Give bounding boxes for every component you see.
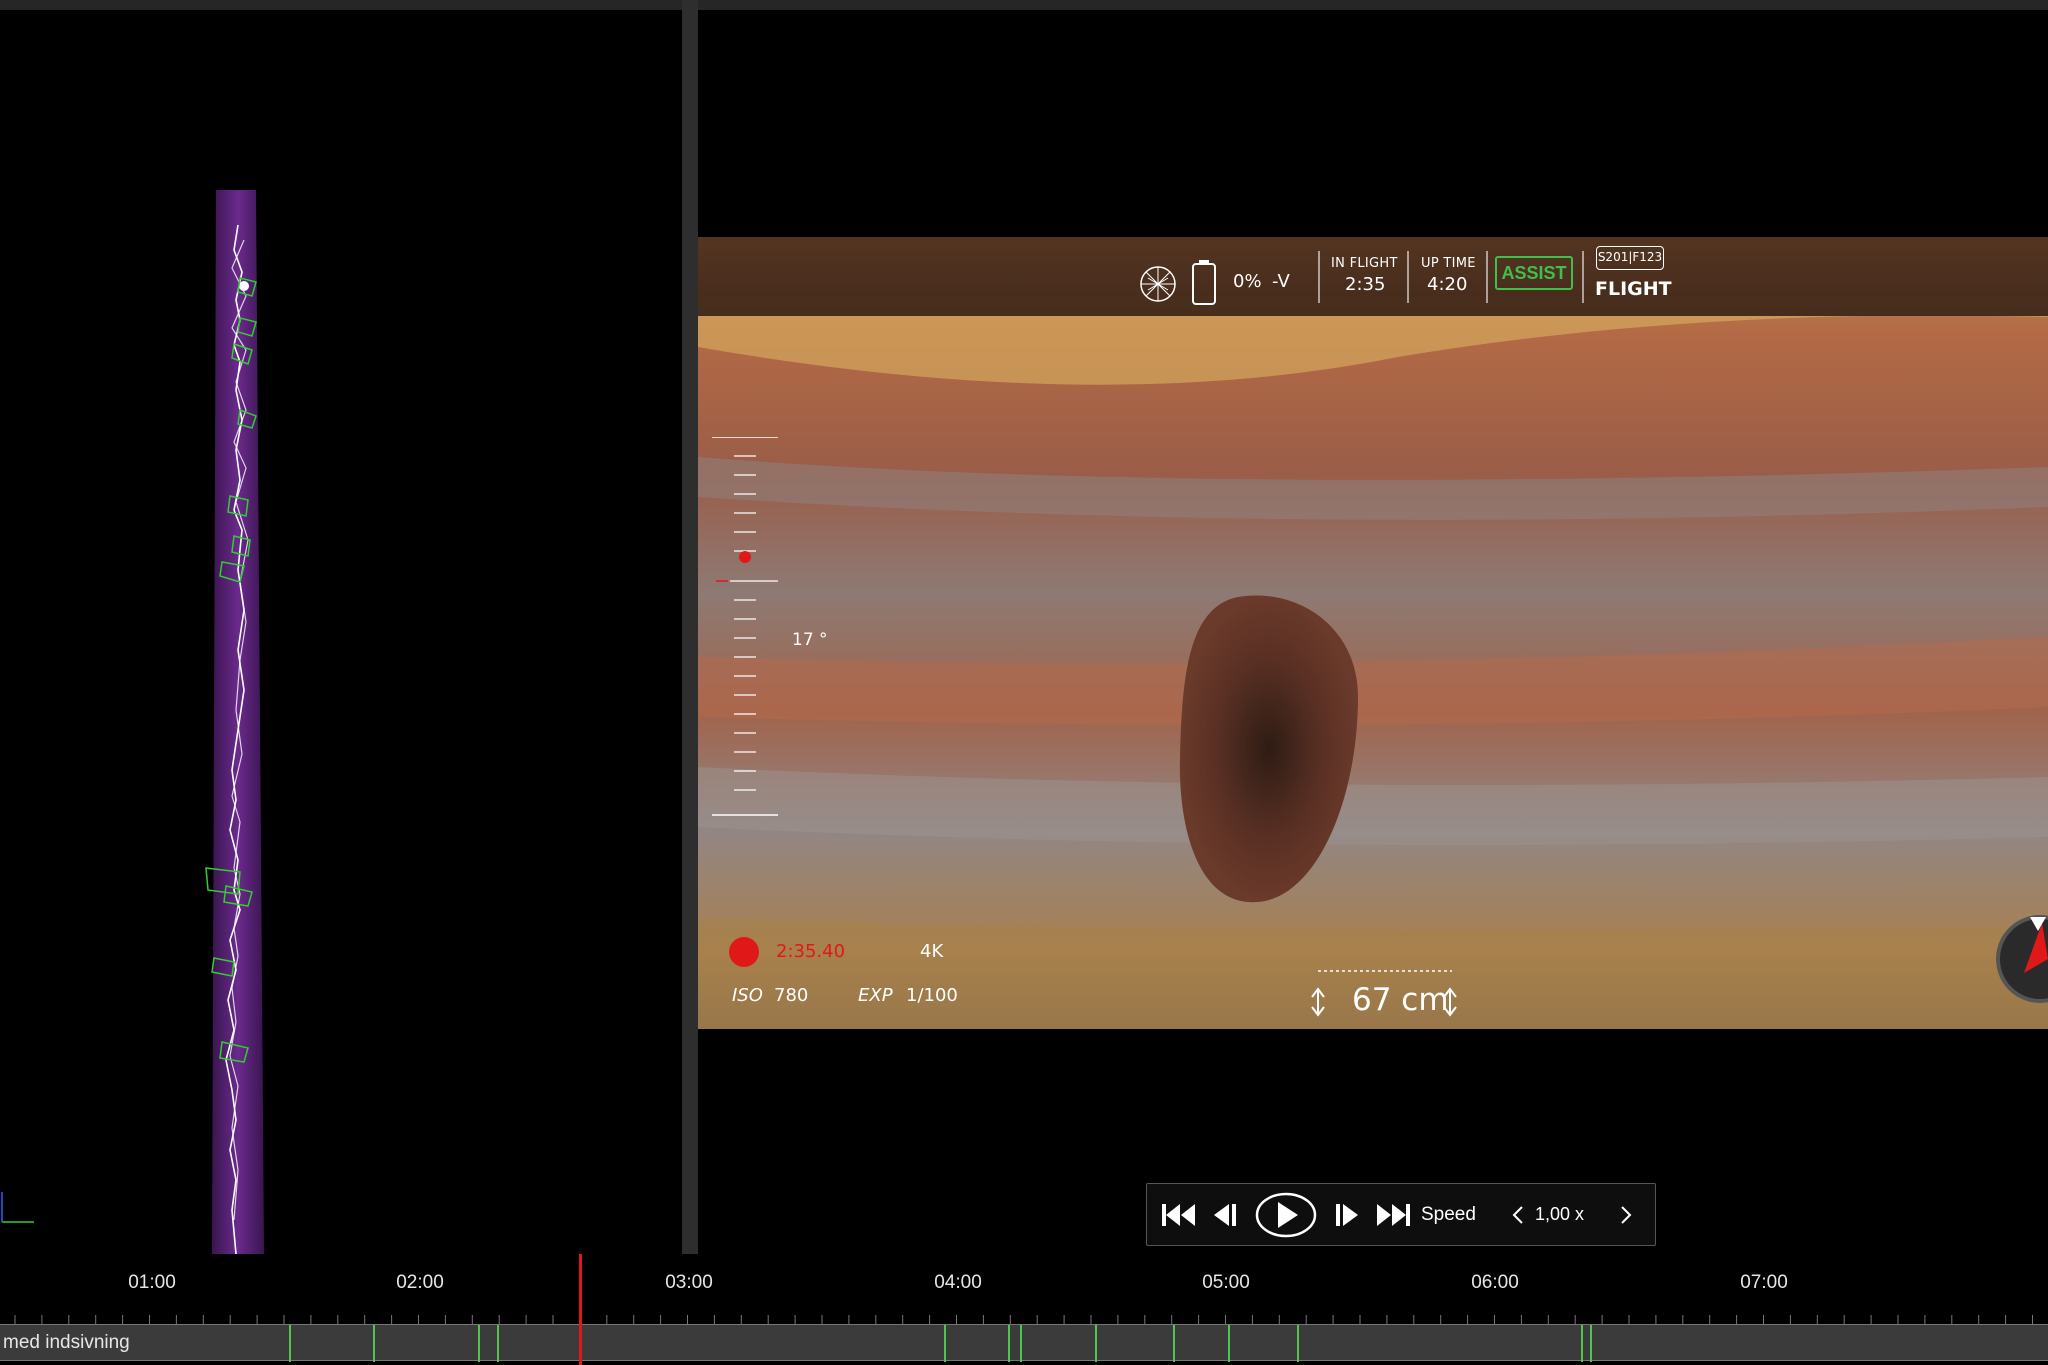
hud-separator xyxy=(1582,251,1584,303)
hud-separator xyxy=(1318,251,1320,303)
compass-icon xyxy=(1996,915,2048,1003)
skip-start-icon xyxy=(1162,1204,1195,1226)
battery-icon xyxy=(1192,260,1216,305)
speed-value: 1,00 x xyxy=(1535,1204,1585,1224)
step-forward-button[interactable] xyxy=(1333,1192,1361,1238)
exp-value: 1/100 xyxy=(906,985,958,1006)
pitch-indicator xyxy=(739,551,751,563)
hud-separator xyxy=(1486,251,1488,303)
camera-feed: 0% -V IN FLIGHT 2:35 UP TIME 4:20 ASSIST… xyxy=(698,237,2048,1029)
timeline-label: 05:00 xyxy=(1202,1272,1250,1293)
timeline-marker[interactable] xyxy=(1020,1325,1022,1362)
timeline-marker[interactable] xyxy=(1590,1325,1592,1362)
up-time-label: UP TIME xyxy=(1421,256,1476,271)
timeline-marker[interactable] xyxy=(1581,1325,1583,1362)
skip-to-end-button[interactable] xyxy=(1373,1192,1413,1238)
battery-percent: 0% xyxy=(1233,271,1262,292)
pane-divider[interactable] xyxy=(682,0,698,1254)
timeline-label: 03:00 xyxy=(665,1272,713,1293)
up-time-value: 4:20 xyxy=(1427,274,1468,295)
timeline-marker[interactable] xyxy=(944,1325,946,1362)
speed-increase-button[interactable] xyxy=(1613,1192,1639,1238)
step-back-icon xyxy=(1214,1204,1236,1226)
top-strip xyxy=(0,0,2048,10)
chevron-right-icon xyxy=(1621,1206,1632,1224)
timeline-label: 07:00 xyxy=(1740,1272,1788,1293)
timeline-marker[interactable] xyxy=(1008,1325,1010,1362)
skip-to-start-button[interactable] xyxy=(1159,1192,1199,1238)
record-time: 2:35.40 xyxy=(776,941,846,962)
assist-badge: ASSIST xyxy=(1495,256,1573,290)
point-cloud-icon xyxy=(1140,266,1176,302)
speed-decrease-button[interactable] xyxy=(1505,1192,1531,1238)
timeline-label: 06:00 xyxy=(1471,1272,1519,1293)
resolution: 4K xyxy=(920,941,944,962)
timeline-marker[interactable] xyxy=(373,1325,375,1362)
axis-gizmo xyxy=(1,1192,34,1223)
playback-controls: Speed 1,00 x xyxy=(1146,1183,1656,1246)
mission-id-badge: S201|F123 xyxy=(1596,246,1664,270)
timeline[interactable]: 01:00 02:00 03:00 04:00 05:00 06:00 07:0… xyxy=(0,1254,2048,1365)
pitch-value: 17 ° xyxy=(792,630,828,650)
video-pane: 0% -V IN FLIGHT 2:35 UP TIME 4:20 ASSIST… xyxy=(698,10,2048,1254)
timeline-label: 01:00 xyxy=(128,1272,176,1293)
pipe-surface-image xyxy=(698,237,2048,1029)
step-back-button[interactable] xyxy=(1211,1192,1239,1238)
step-forward-icon xyxy=(1336,1204,1358,1226)
track-label: med indsivning xyxy=(3,1332,130,1353)
timeline-marker[interactable] xyxy=(1095,1325,1097,1362)
record-icon xyxy=(729,937,759,967)
play-button[interactable] xyxy=(1255,1192,1317,1238)
hud-separator xyxy=(1407,251,1409,303)
distance-value: 67 cm xyxy=(1352,982,1449,1018)
battery-voltage: -V xyxy=(1272,271,1290,292)
timeline-marker[interactable] xyxy=(1173,1325,1175,1362)
skip-end-icon xyxy=(1377,1204,1410,1226)
timeline-marker[interactable] xyxy=(497,1325,499,1362)
chevron-left-icon xyxy=(1512,1206,1523,1224)
timeline-label: 04:00 xyxy=(934,1272,982,1293)
iso-label: ISO xyxy=(732,985,763,1006)
in-flight-label: IN FLIGHT xyxy=(1331,256,1398,271)
exp-label: EXP xyxy=(858,985,893,1006)
timeline-marker[interactable] xyxy=(1228,1325,1230,1362)
timeline-ticks xyxy=(14,1315,2033,1324)
playhead[interactable] xyxy=(579,1254,582,1365)
timeline-marker[interactable] xyxy=(1297,1325,1299,1362)
timeline-marker[interactable] xyxy=(478,1325,480,1362)
in-flight-value: 2:35 xyxy=(1345,274,1386,295)
trajectory-canvas[interactable] xyxy=(0,10,682,1254)
timeline-marker[interactable] xyxy=(289,1325,291,1362)
speed-label: Speed xyxy=(1421,1204,1476,1225)
timeline-track[interactable]: med indsivning xyxy=(0,1324,2048,1362)
play-icon xyxy=(1255,1192,1317,1238)
flight-mode: FLIGHT xyxy=(1595,278,1672,300)
iso-value: 780 xyxy=(774,985,809,1006)
timeline-label: 02:00 xyxy=(396,1272,444,1293)
trajectory-view[interactable] xyxy=(0,10,682,1254)
